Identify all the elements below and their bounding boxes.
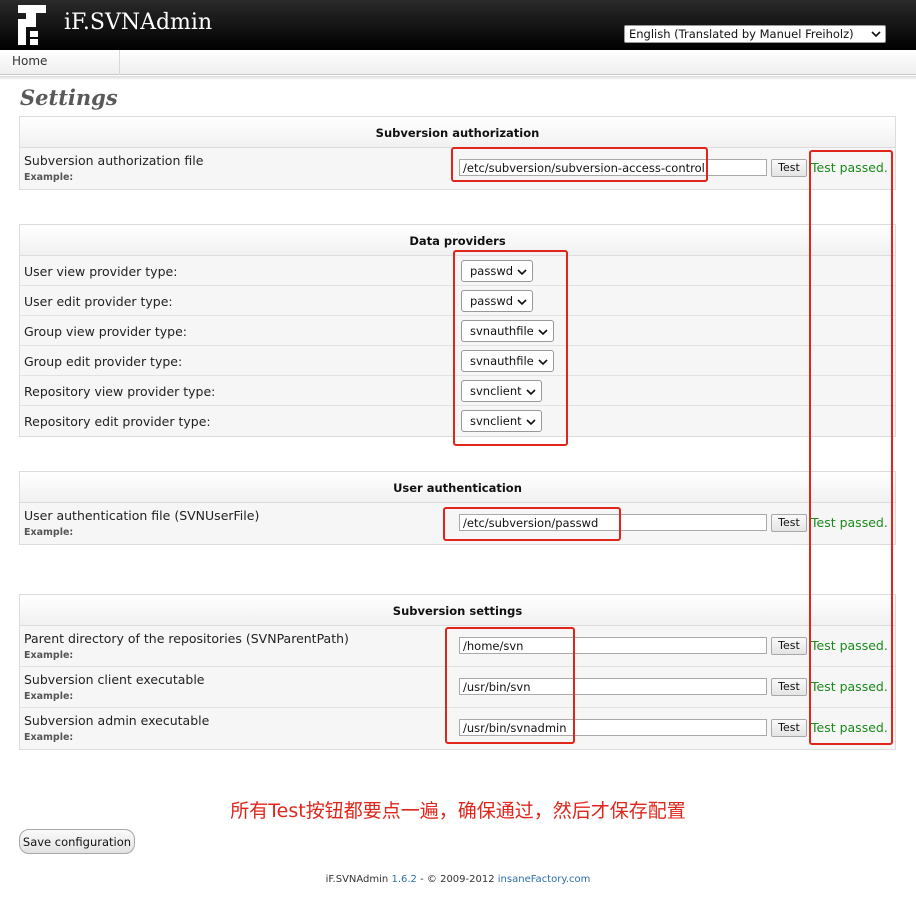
test-button[interactable]: Test	[771, 678, 807, 696]
select-value: passwd	[470, 294, 514, 308]
settings-row: User authentication file (SVNUserFile) E…	[20, 503, 895, 544]
user-view-provider-select[interactable]: passwd	[461, 260, 533, 282]
nav-bar: Home	[0, 50, 916, 75]
row-example: Example:	[24, 732, 74, 743]
header-bar: iF.SVNAdmin English (Translated by Manue…	[0, 0, 916, 50]
panel-title: Subversion authorization	[20, 117, 895, 148]
test-status: Test passed.	[811, 720, 888, 735]
nav-home-link[interactable]: Home	[0, 50, 120, 75]
row-example: Example:	[24, 527, 74, 538]
test-status: Test passed.	[811, 679, 888, 694]
row-label: Subversion client executable	[24, 672, 205, 687]
row-label: Repository edit provider type:	[24, 414, 211, 429]
chevron-down-icon	[517, 269, 527, 276]
repository-view-provider-select[interactable]: svnclient	[461, 380, 542, 402]
chevron-down-icon	[526, 419, 536, 426]
panel-data-providers: Data providers User view provider type: …	[19, 224, 896, 437]
panel-title: User authentication	[20, 472, 895, 503]
panel-title: Subversion settings	[20, 595, 895, 626]
authorization-file-input[interactable]: /etc/subversion/subversion-access-contro…	[459, 159, 767, 176]
language-select-value: English (Translated by Manuel Freiholz)	[629, 27, 854, 41]
settings-row: User edit provider type: passwd	[20, 286, 895, 316]
settings-row: Group view provider type: svnauthfile	[20, 316, 895, 346]
user-authentication-file-input[interactable]: /etc/subversion/passwd	[459, 514, 767, 531]
settings-row: Subversion admin executable Example: /us…	[20, 708, 895, 749]
footer-copyright: © 2009-2012	[426, 874, 495, 885]
svn-parent-path-input[interactable]: /home/svn	[459, 637, 767, 654]
svn-admin-executable-input[interactable]: /usr/bin/svnadmin	[459, 719, 767, 736]
row-label: Group edit provider type:	[24, 354, 183, 369]
settings-row: Repository edit provider type: svnclient	[20, 406, 895, 436]
panel-user-authentication: User authentication User authentication …	[19, 471, 896, 545]
test-button[interactable]: Test	[771, 159, 807, 177]
chevron-down-icon	[538, 359, 548, 366]
language-select[interactable]: English (Translated by Manuel Freiholz)	[624, 25, 886, 43]
panel-subversion-settings: Subversion settings Parent directory of …	[19, 594, 896, 750]
select-value: svnauthfile	[470, 354, 534, 368]
footer-vendor-link[interactable]: insaneFactory.com	[498, 874, 591, 885]
test-button[interactable]: Test	[771, 514, 807, 532]
select-value: svnauthfile	[470, 324, 534, 338]
repository-edit-provider-select[interactable]: svnclient	[461, 410, 542, 432]
select-value: svnclient	[470, 414, 522, 428]
settings-row: Parent directory of the repositories (SV…	[20, 626, 895, 667]
nav-shadow	[0, 76, 916, 80]
row-example: Example:	[24, 691, 74, 702]
test-status: Test passed.	[811, 160, 888, 175]
footer-separator: -	[420, 874, 424, 885]
save-configuration-button[interactable]: Save configuration	[19, 829, 135, 854]
panel-subversion-authorization: Subversion authorization Subversion auth…	[19, 116, 896, 190]
group-view-provider-select[interactable]: svnauthfile	[461, 320, 554, 342]
test-status: Test passed.	[811, 515, 888, 530]
footer-version: 1.6.2	[391, 874, 417, 885]
app-title: iF.SVNAdmin	[64, 10, 213, 35]
row-label: Parent directory of the repositories (SV…	[24, 631, 349, 646]
test-status: Test passed.	[811, 638, 888, 653]
panel-title: Data providers	[20, 225, 895, 256]
row-label: User authentication file (SVNUserFile)	[24, 508, 260, 523]
row-label: User view provider type:	[24, 264, 178, 279]
chevron-down-icon	[538, 329, 548, 336]
chevron-down-icon	[517, 299, 527, 306]
chevron-down-icon	[526, 389, 536, 396]
group-edit-provider-select[interactable]: svnauthfile	[461, 350, 554, 372]
row-label: User edit provider type:	[24, 294, 173, 309]
test-button[interactable]: Test	[771, 637, 807, 655]
select-value: svnclient	[470, 384, 522, 398]
settings-row: User view provider type: passwd	[20, 256, 895, 286]
settings-row: Subversion authorization file Example: /…	[20, 148, 895, 189]
footer: iF.SVNAdmin 1.6.2 - © 2009-2012 insaneFa…	[0, 874, 916, 885]
row-label: Repository view provider type:	[24, 384, 216, 399]
settings-row: Subversion client executable Example: /u…	[20, 667, 895, 708]
page-title: Settings	[20, 85, 118, 110]
row-example: Example:	[24, 172, 74, 183]
row-label: Subversion admin executable	[24, 713, 210, 728]
svn-client-executable-input[interactable]: /usr/bin/svn	[459, 678, 767, 695]
user-edit-provider-select[interactable]: passwd	[461, 290, 533, 312]
logo-icon	[18, 5, 46, 45]
chevron-down-icon	[871, 31, 881, 38]
annotation-note: 所有Test按钮都要点一遍，确保通过，然后才保存配置	[230, 800, 686, 822]
test-button[interactable]: Test	[771, 719, 807, 737]
settings-row: Repository view provider type: svnclient	[20, 376, 895, 406]
footer-app-name: iF.SVNAdmin	[325, 874, 389, 885]
row-label: Subversion authorization file	[24, 153, 204, 168]
row-label: Group view provider type:	[24, 324, 187, 339]
select-value: passwd	[470, 264, 514, 278]
settings-row: Group edit provider type: svnauthfile	[20, 346, 895, 376]
row-example: Example:	[24, 650, 74, 661]
